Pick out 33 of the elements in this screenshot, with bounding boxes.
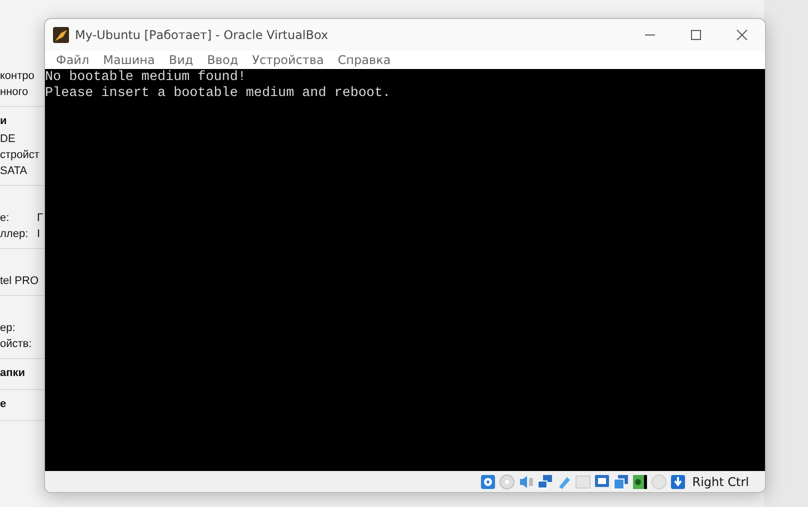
- console-text: Please insert a bootable medium and reboot.: [45, 86, 392, 102]
- close-icon: [736, 29, 748, 41]
- menu-item[interactable]: Машина: [96, 51, 162, 69]
- section-heading: е: [0, 398, 6, 410]
- property-label: е:: [0, 211, 10, 226]
- property-label: tel PRO: [0, 274, 37, 289]
- network-icon[interactable]: [537, 474, 554, 490]
- property-value: I: [37, 227, 40, 242]
- section-heading: апки: [0, 367, 26, 379]
- property-label: SATA: [0, 164, 28, 179]
- property-label: стройст: [0, 148, 37, 163]
- menu-item[interactable]: Справка: [330, 51, 398, 69]
- keyboard-capture-icon[interactable]: [670, 474, 686, 490]
- property-value: Г: [37, 211, 43, 226]
- property-label: ер:: [0, 321, 16, 336]
- speaker-icon[interactable]: [518, 474, 534, 490]
- window-title: My-Ubuntu [Работает] - Oracle VirtualBox: [75, 28, 330, 42]
- menu-item[interactable]: Файл: [49, 51, 96, 69]
- menu-item[interactable]: Устройства: [245, 51, 331, 69]
- property-label: ллер:: [0, 227, 30, 242]
- app-icon: [53, 27, 69, 43]
- section-heading: и: [0, 115, 7, 127]
- windows-icon[interactable]: [613, 474, 630, 490]
- maximize-icon: [690, 29, 702, 41]
- menu-item[interactable]: Вид: [162, 51, 200, 69]
- menu-item[interactable]: Ввод: [200, 51, 246, 69]
- display-icon[interactable]: [594, 474, 610, 490]
- property-label: ойств:: [0, 337, 33, 352]
- host-key-label: Right Ctrl: [692, 474, 749, 488]
- property-label: нного: [0, 85, 30, 100]
- property-label: контро: [0, 69, 36, 84]
- property-label: DE: [0, 132, 16, 147]
- console-text: No bootable medium found!: [45, 70, 247, 86]
